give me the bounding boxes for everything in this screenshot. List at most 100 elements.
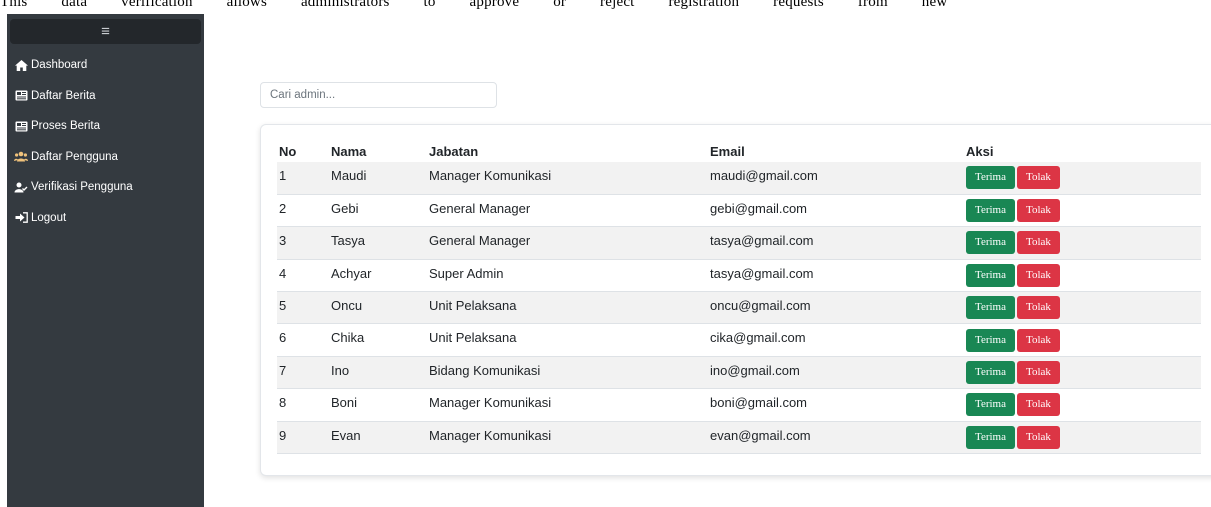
table-row: 4 Achyar Super Admin tasya@gmail.com Terima T… <box>277 259 1201 293</box>
cell-nama: Gebi <box>329 194 427 228</box>
reject-button[interactable]: Tolak <box>1017 361 1060 385</box>
cell-no: 8 <box>277 388 329 422</box>
sidebar-item-proses-berita[interactable]: Proses Berita <box>7 111 204 142</box>
table-row: 5 Oncu Unit Pelaksana oncu@gmail.com Terima T… <box>277 291 1201 325</box>
cell-jabatan: Manager Komunikasi <box>427 388 708 422</box>
reject-button[interactable]: Tolak <box>1017 425 1060 449</box>
cell-no: 6 <box>277 323 329 357</box>
cell-jabatan: Bidang Komunikasi <box>427 356 708 390</box>
table-row: 8 Boni Manager Komunikasi boni@gmail.com Ter… <box>277 388 1201 422</box>
cell-no: 4 <box>277 259 329 293</box>
cell-jabatan: Manager Komunikasi <box>427 162 708 195</box>
sidebar-item-label: Dashboard <box>31 59 88 72</box>
reject-button[interactable]: Tolak <box>1017 393 1060 417</box>
cell-aksi: Terima Tolak <box>964 356 1201 390</box>
search-input[interactable] <box>260 82 497 108</box>
accept-button[interactable]: Terima <box>966 361 1015 385</box>
column-header-jabatan: Jabatan <box>429 144 479 159</box>
sidebar-item-label: Proses Berita <box>31 120 101 133</box>
cell-nama: Boni <box>329 388 427 422</box>
cell-jabatan: Manager Komunikasi <box>427 421 708 455</box>
menu-icon: ≡ <box>101 23 110 40</box>
table-row: 1 Maudi Manager Komunikasi maudi@gmail.com T… <box>277 162 1201 195</box>
cell-aksi: Terima Tolak <box>964 323 1201 357</box>
sidebar-item-verifikasi-pengguna[interactable]: Verifikasi Pengguna <box>7 172 204 203</box>
sidebar-item-daftar-berita[interactable]: Daftar Berita <box>7 81 204 112</box>
reject-button[interactable]: Tolak <box>1017 296 1060 320</box>
sidebar: ≡ Dashboard Daftar Berita Proses Berita … <box>7 14 204 507</box>
cell-nama: Oncu <box>329 291 427 325</box>
cell-email: tasya@gmail.com <box>708 259 964 293</box>
sidebar-item-logout[interactable]: Logout <box>7 203 204 234</box>
reject-button[interactable]: Tolak <box>1017 328 1060 352</box>
cell-jabatan: General Manager <box>427 226 708 260</box>
cell-jabatan: Unit Pelaksana <box>427 291 708 325</box>
caption-text: This data verification allows administra… <box>0 0 948 10</box>
accept-button[interactable]: Terima <box>966 166 1015 190</box>
newspaper-icon <box>14 90 28 102</box>
sidebar-item-label: Verifikasi Pengguna <box>31 181 133 194</box>
table-header-row: No Nama Jabatan Email Aksi <box>277 141 1201 162</box>
home-icon <box>14 59 28 71</box>
cell-aksi: Terima Tolak <box>964 388 1201 422</box>
cell-email: gebi@gmail.com <box>708 194 964 228</box>
sidebar-nav: Dashboard Daftar Berita Proses Berita Da… <box>7 50 204 233</box>
cell-email: boni@gmail.com <box>708 388 964 422</box>
cell-aksi: Terima Tolak <box>964 421 1201 455</box>
cell-nama: Achyar <box>329 259 427 293</box>
cell-aksi: Terima Tolak <box>964 162 1201 195</box>
accept-button[interactable]: Terima <box>966 425 1015 449</box>
cell-email: oncu@gmail.com <box>708 291 964 325</box>
sidebar-item-label: Logout <box>31 211 67 224</box>
table-row: 9 Evan Manager Komunikasi evan@gmail.com Ter… <box>277 421 1201 455</box>
cell-jabatan: Super Admin <box>427 259 708 293</box>
sidebar-item-label: Daftar Pengguna <box>31 150 118 163</box>
cell-aksi: Terima Tolak <box>964 194 1201 228</box>
cell-jabatan: Unit Pelaksana <box>427 323 708 357</box>
cell-nama: Ino <box>329 356 427 390</box>
cell-no: 2 <box>277 194 329 228</box>
table-row: 2 Gebi General Manager gebi@gmail.com Terima… <box>277 194 1201 228</box>
column-header-aksi: Aksi <box>966 144 994 159</box>
cell-no: 9 <box>277 421 329 455</box>
accept-button[interactable]: Terima <box>966 328 1015 352</box>
accept-button[interactable]: Terima <box>966 296 1015 320</box>
column-header-nama: Nama <box>331 144 367 159</box>
table-row: 7 Ino Bidang Komunikasi ino@gmail.com Terima… <box>277 356 1201 390</box>
reject-button[interactable]: Tolak <box>1017 166 1060 190</box>
sidebar-item-daftar-pengguna[interactable]: Daftar Pengguna <box>7 142 204 173</box>
cell-no: 7 <box>277 356 329 390</box>
reject-button[interactable]: Tolak <box>1017 199 1060 223</box>
cell-aksi: Terima Tolak <box>964 259 1201 293</box>
sidebar-toggle-button[interactable]: ≡ <box>10 19 201 44</box>
cell-jabatan: General Manager <box>427 194 708 228</box>
cell-email: cika@gmail.com <box>708 323 964 357</box>
cell-email: evan@gmail.com <box>708 421 964 455</box>
cell-nama: Tasya <box>329 226 427 260</box>
cell-nama: Chika <box>329 323 427 357</box>
sign-out-icon <box>14 212 28 224</box>
table-body: 1 Maudi Manager Komunikasi maudi@gmail.com T… <box>277 162 1201 455</box>
newspaper-icon <box>14 120 28 132</box>
cell-no: 1 <box>277 162 329 195</box>
user-table-card: No Nama Jabatan Email Aksi 1 Maudi Manager… <box>260 124 1211 476</box>
sidebar-item-label: Daftar Berita <box>31 89 96 102</box>
accept-button[interactable]: Terima <box>966 231 1015 255</box>
verification-table: No Nama Jabatan Email Aksi 1 Maudi Manager… <box>277 141 1201 455</box>
cell-nama: Maudi <box>329 162 427 195</box>
user-check-icon <box>14 181 28 193</box>
table-row: 3 Tasya General Manager tasya@gmail.com Teri… <box>277 226 1201 260</box>
reject-button[interactable]: Tolak <box>1017 231 1060 255</box>
accept-button[interactable]: Terima <box>966 393 1015 417</box>
sidebar-item-dashboard[interactable]: Dashboard <box>7 50 204 81</box>
accept-button[interactable]: Terima <box>966 199 1015 223</box>
cell-nama: Evan <box>329 421 427 455</box>
column-header-email: Email <box>710 144 745 159</box>
cell-no: 5 <box>277 291 329 325</box>
table-row: 6 Chika Unit Pelaksana cika@gmail.com Terima… <box>277 323 1201 357</box>
column-header-no: No <box>279 144 297 159</box>
reject-button[interactable]: Tolak <box>1017 263 1060 287</box>
users-icon <box>14 151 28 163</box>
accept-button[interactable]: Terima <box>966 263 1015 287</box>
cell-aksi: Terima Tolak <box>964 291 1201 325</box>
